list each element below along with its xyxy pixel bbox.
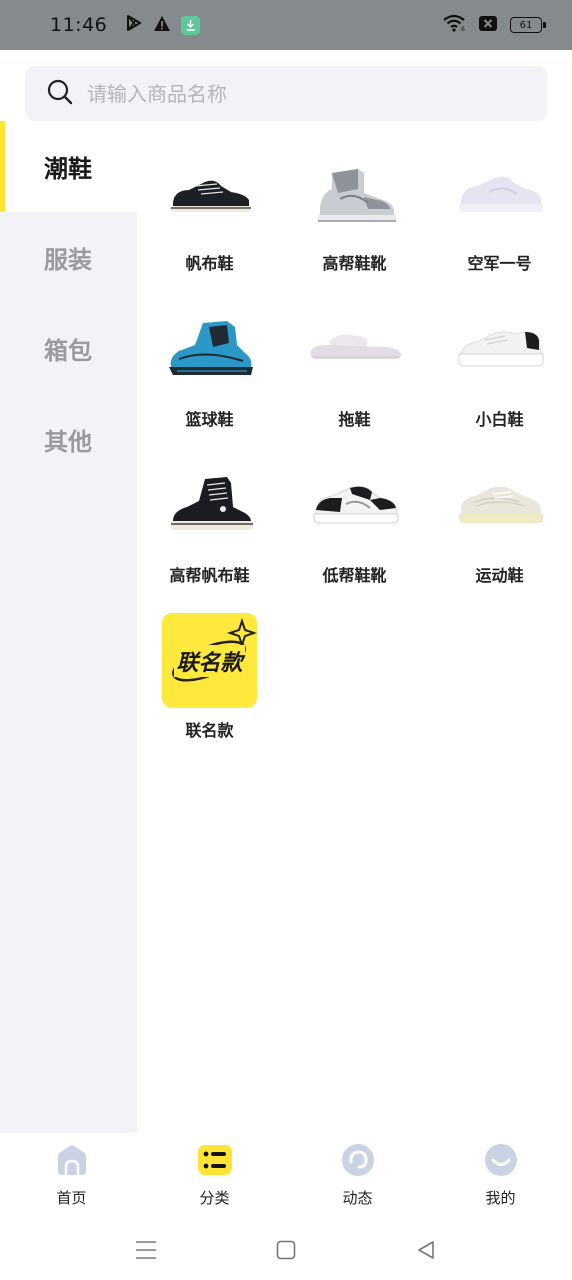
- play-store-icon: [125, 14, 143, 36]
- subcategory-label: 拖鞋: [338, 410, 371, 429]
- air-force-one-image: [452, 145, 548, 241]
- subcategory-label: 运动鞋: [475, 566, 524, 585]
- status-system-icons: 6 61: [442, 14, 546, 36]
- category-page: 11:46 6 61 请输入商品名称 潮鞋 服装 箱包 其他 帆布鞋 高帮鞋靴 …: [0, 0, 572, 1280]
- sidebar-item-label: 服装: [44, 246, 92, 274]
- sports-shoe-image: [452, 457, 548, 553]
- high-top-canvas-image: [162, 457, 258, 553]
- subcategory-high-top-boots[interactable]: 高帮鞋靴: [282, 145, 427, 281]
- basketball-shoe-image: [162, 301, 258, 397]
- search-bar[interactable]: [25, 66, 547, 121]
- menu-icon[interactable]: [131, 1235, 161, 1265]
- slipper-image: [307, 301, 403, 397]
- tab-category-label: 分类: [199, 1189, 230, 1207]
- subcategory-white-sneakers[interactable]: 小白鞋: [427, 301, 572, 437]
- subcategory-label: 低帮鞋靴: [322, 566, 387, 585]
- svg-text:6: 6: [461, 26, 465, 32]
- sidebar-item-clothing[interactable]: 服装: [0, 212, 137, 303]
- subcategory-collaboration[interactable]: 联名款 联名款: [137, 613, 282, 749]
- status-time: 11:46: [50, 14, 108, 36]
- canvas-shoe-image: [162, 145, 258, 241]
- tab-home-label: 首页: [56, 1189, 87, 1207]
- subcategory-low-top-boots[interactable]: 低帮鞋靴: [282, 457, 427, 593]
- tab-home[interactable]: 首页: [0, 1133, 143, 1219]
- sidebar-item-bags[interactable]: 箱包: [0, 303, 137, 394]
- sidebar-item-label: 潮鞋: [44, 155, 92, 183]
- status-notification-icons: [125, 14, 201, 36]
- battery-icon: 61: [510, 17, 546, 33]
- profile-icon: [483, 1143, 519, 1181]
- subcategory-air-force-one[interactable]: 空军一号: [427, 145, 572, 281]
- subcategory-label: 空军一号: [467, 254, 532, 273]
- category-sidebar: 潮鞋 服装 箱包 其他: [0, 121, 137, 1133]
- tab-feed-label: 动态: [342, 1189, 373, 1207]
- home-icon: [54, 1143, 90, 1181]
- download-icon: [181, 15, 201, 35]
- feed-icon: [340, 1143, 376, 1181]
- sidebar-item-trendy-shoes[interactable]: 潮鞋: [0, 121, 137, 212]
- back-triangle-icon[interactable]: [411, 1235, 441, 1265]
- tab-category[interactable]: 分类: [143, 1133, 286, 1219]
- subcategory-basketball-shoes[interactable]: 篮球鞋: [137, 301, 282, 437]
- tab-profile[interactable]: 我的: [429, 1133, 572, 1219]
- subcategory-sports-shoes[interactable]: 运动鞋: [427, 457, 572, 593]
- subcategory-label: 高帮帆布鞋: [169, 566, 250, 585]
- white-sneaker-image: [452, 301, 548, 397]
- subcategory-canvas-shoes[interactable]: 帆布鞋: [137, 145, 282, 281]
- subcategory-label: 小白鞋: [475, 410, 524, 429]
- high-top-boot-image: [307, 145, 403, 241]
- status-bar: 11:46 6 61: [0, 0, 572, 50]
- subcategory-grid: 帆布鞋 高帮鞋靴 空军一号 篮球鞋 拖鞋 小白鞋 高帮帆布鞋 低帮鞋靴 运动鞋 …: [137, 145, 572, 749]
- bottom-tab-bar: 首页 分类 动态 我的: [0, 1133, 572, 1219]
- tab-profile-label: 我的: [485, 1189, 516, 1207]
- subcategory-label: 联名款: [185, 721, 234, 740]
- subcategory-high-top-canvas[interactable]: 高帮帆布鞋: [137, 457, 282, 593]
- warning-icon: [153, 15, 171, 36]
- system-navigation-bar: [0, 1219, 572, 1280]
- subcategory-label: 帆布鞋: [185, 254, 234, 273]
- search-icon: [47, 79, 73, 109]
- subcategory-slippers[interactable]: 拖鞋: [282, 301, 427, 437]
- sidebar-item-label: 箱包: [44, 337, 92, 365]
- wifi-icon: 6: [442, 14, 466, 36]
- search-input[interactable]: [87, 81, 487, 106]
- sidebar-item-other[interactable]: 其他: [0, 394, 137, 485]
- sidebar-item-label: 其他: [44, 428, 92, 456]
- home-square-icon[interactable]: [271, 1235, 301, 1265]
- subcategory-label: 高帮鞋靴: [322, 254, 387, 273]
- subcategory-label: 篮球鞋: [185, 410, 234, 429]
- collaboration-tile: 联名款: [162, 613, 257, 708]
- battery-level: 61: [519, 19, 533, 31]
- sim-x-icon: [478, 15, 498, 36]
- low-top-boot-image: [307, 457, 403, 553]
- category-icon: [197, 1143, 233, 1181]
- tab-feed[interactable]: 动态: [286, 1133, 429, 1219]
- collaboration-tile-text: 联名款: [174, 644, 245, 677]
